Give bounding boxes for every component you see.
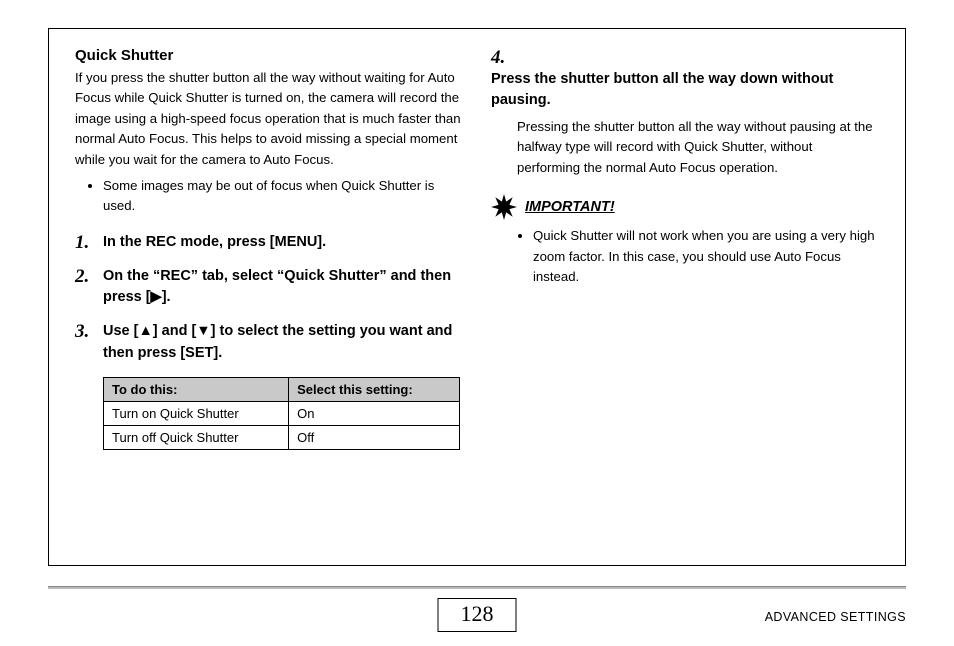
footer-rule <box>48 586 906 589</box>
table-header-setting: Select this setting: <box>289 377 460 401</box>
content-frame: Quick Shutter If you press the shutter b… <box>48 28 906 566</box>
page-footer: 128 ADVANCED SETTINGS <box>48 586 906 632</box>
step-3: Use [▲] and [▼] to select the setting yo… <box>75 321 463 365</box>
note-bullet: Some images may be out of focus when Qui… <box>103 176 463 216</box>
step-4-description: Pressing the shutter button all the way … <box>517 117 879 178</box>
settings-table: To do this: Select this setting: Turn on… <box>103 377 460 450</box>
table-cell-setting: Off <box>289 425 460 449</box>
manual-page: Quick Shutter If you press the shutter b… <box>0 0 954 646</box>
starburst-icon <box>491 194 517 220</box>
step-4-text: Press the shutter button all the way dow… <box>491 69 849 111</box>
table-row: Turn off Quick Shutter Off <box>104 425 460 449</box>
table-row: Turn on Quick Shutter On <box>104 401 460 425</box>
left-column: Quick Shutter If you press the shutter b… <box>75 47 463 547</box>
intro-text: If you press the shutter button all the … <box>75 68 463 170</box>
step-1: In the REC mode, press [MENU]. <box>75 232 463 254</box>
important-bullet: Quick Shutter will not work when you are… <box>533 226 879 287</box>
table-header-row: To do this: Select this setting: <box>104 377 460 401</box>
table-cell-setting: On <box>289 401 460 425</box>
important-heading: IMPORTANT! <box>491 194 879 220</box>
steps-list: In the REC mode, press [MENU]. On the “R… <box>75 232 463 365</box>
right-column: 4. Press the shutter button all the way … <box>491 47 879 547</box>
important-label: IMPORTANT! <box>525 199 615 215</box>
notes-list: Some images may be out of focus when Qui… <box>75 176 463 216</box>
step-4-number: 4. <box>491 47 517 69</box>
important-list: Quick Shutter will not work when you are… <box>491 226 879 287</box>
table-cell-action: Turn on Quick Shutter <box>104 401 289 425</box>
footer-section-label: ADVANCED SETTINGS <box>765 610 906 624</box>
table-header-action: To do this: <box>104 377 289 401</box>
step-2: On the “REC” tab, select “Quick Shutter”… <box>75 266 463 310</box>
section-title: Quick Shutter <box>75 47 463 64</box>
step-4: 4. Press the shutter button all the way … <box>491 47 879 111</box>
table-cell-action: Turn off Quick Shutter <box>104 425 289 449</box>
page-number: 128 <box>438 598 517 632</box>
